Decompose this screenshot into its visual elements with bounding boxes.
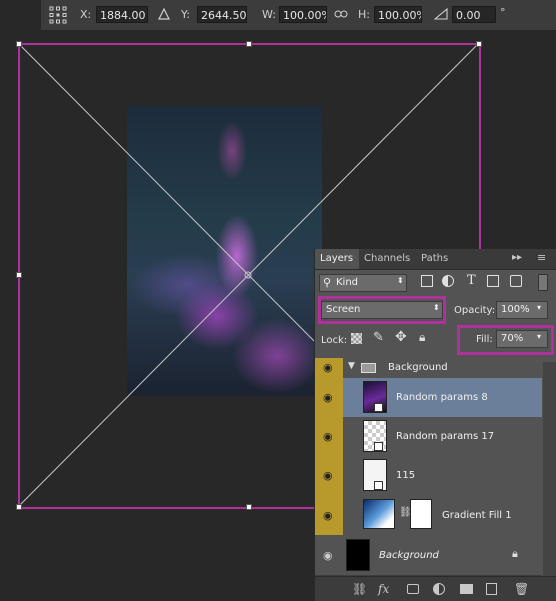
- layer-row-background[interactable]: ◉ Background 🔒︎: [315, 535, 542, 576]
- layer-name: Random params 17: [396, 431, 495, 442]
- eye-icon: ◉: [323, 509, 333, 522]
- filter-pixel-icon[interactable]: [421, 275, 433, 287]
- visibility-toggle[interactable]: ◉: [315, 535, 343, 575]
- visibility-toggle[interactable]: ◉: [315, 495, 343, 535]
- new-layer-icon[interactable]: [486, 583, 497, 595]
- folder-icon: [361, 363, 376, 373]
- transform-handle-bottom-left[interactable]: [16, 504, 22, 510]
- layer-name: 115: [396, 470, 416, 481]
- trash-icon[interactable]: 🗑︎: [514, 582, 529, 596]
- filter-type-icon[interactable]: T: [467, 273, 476, 288]
- eye-icon: ◉: [323, 469, 333, 482]
- layer-name: Random params 8: [396, 392, 488, 403]
- mask-thumbnail[interactable]: [410, 499, 432, 529]
- filter-shape-icon[interactable]: [487, 275, 499, 287]
- chevron-down-icon: ▾: [537, 332, 542, 341]
- layer-name: Background: [379, 550, 439, 561]
- eye-icon: ◉: [323, 361, 333, 374]
- tab-layers[interactable]: Layers: [315, 249, 359, 269]
- opacity-field[interactable]: 100% ▾: [496, 301, 548, 319]
- eye-icon: ◉: [323, 549, 333, 562]
- transform-handle-top-left[interactable]: [16, 41, 22, 47]
- collapse-panel-icon[interactable]: ▸▸: [512, 252, 522, 263]
- gradient-thumbnail: [363, 499, 395, 529]
- opacity-value: 100%: [501, 304, 530, 315]
- tab-channels[interactable]: Channels: [359, 249, 415, 269]
- blend-mode-label: Screen: [326, 304, 361, 315]
- smart-object-badge-icon: [374, 403, 383, 412]
- link-layers-icon[interactable]: ⛓︎: [352, 582, 367, 596]
- layer-name: Background: [388, 362, 448, 373]
- lock-position-icon[interactable]: ✥: [395, 329, 407, 345]
- smart-object-badge-icon: [374, 442, 383, 451]
- visibility-toggle[interactable]: ◉: [315, 378, 343, 417]
- transform-handle-bottom-middle[interactable]: [246, 504, 252, 510]
- layer-name: Gradient Fill 1: [442, 510, 512, 521]
- new-group-folder-icon[interactable]: [460, 584, 473, 594]
- expand-group-icon[interactable]: ▼: [348, 361, 355, 371]
- new-adjustment-layer-icon[interactable]: [433, 583, 445, 595]
- chevron-down-icon: ▾: [537, 303, 542, 312]
- fill-label: Fill:: [476, 334, 493, 345]
- opacity-label: Opacity:: [454, 305, 496, 316]
- layer-row-group-background[interactable]: ◉ ▼ Background: [315, 358, 542, 379]
- filter-toggle-switch[interactable]: [538, 274, 548, 291]
- chevron-updown-icon: ⬍: [433, 303, 440, 312]
- layers-bottom-toolbar: ⛓︎ fx 🗑︎: [315, 576, 556, 601]
- panel-menu-icon[interactable]: ≡: [537, 251, 546, 264]
- tab-paths[interactable]: Paths: [416, 249, 453, 269]
- layer-thumbnail: [346, 539, 370, 571]
- eye-icon: ◉: [323, 430, 333, 443]
- search-icon: ⚲: [323, 276, 332, 289]
- eye-icon: ◉: [323, 391, 333, 404]
- filter-adjustment-icon[interactable]: [442, 275, 454, 287]
- fill-value: 70%: [501, 333, 524, 344]
- layer-row-gradient-fill-1[interactable]: ◉ ⛓︎ Gradient Fill 1: [315, 495, 542, 536]
- transform-handle-top-middle[interactable]: [246, 41, 252, 47]
- lock-transparent-pixels-icon[interactable]: [351, 333, 362, 344]
- layer-style-fx-icon[interactable]: fx: [378, 582, 389, 596]
- layer-row-115[interactable]: ◉ 115: [315, 456, 542, 496]
- layers-scrollbar[interactable]: [543, 362, 556, 576]
- lock-label: Lock:: [321, 335, 348, 346]
- layer-row-random-params-17[interactable]: ◉ Random params 17: [315, 417, 542, 457]
- lock-icon: 🔒︎: [512, 547, 518, 560]
- lock-all-icon[interactable]: 🔒︎: [419, 330, 425, 345]
- visibility-toggle[interactable]: ◉: [315, 358, 343, 378]
- add-mask-icon[interactable]: [407, 584, 419, 594]
- filter-smart-object-icon[interactable]: [510, 275, 522, 287]
- smart-object-badge-icon: [374, 481, 383, 490]
- blend-mode-dropdown[interactable]: Screen ⬍: [321, 301, 443, 319]
- chevron-updown-icon: ⬍: [397, 276, 404, 285]
- transform-handle-middle-left[interactable]: [16, 272, 22, 278]
- transform-handle-top-right[interactable]: [476, 41, 482, 47]
- layers-panel: Layers Channels Paths ▸▸ ≡ ⚲ Kind ⬍ T Sc…: [314, 249, 556, 601]
- filter-kind-dropdown[interactable]: ⚲ Kind ⬍: [319, 274, 407, 292]
- fill-field[interactable]: 70% ▾: [496, 330, 548, 348]
- filter-kind-label: Kind: [336, 277, 359, 288]
- lock-image-pixels-icon[interactable]: ✎: [373, 330, 384, 345]
- panel-tab-bar: Layers Channels Paths ▸▸ ≡: [315, 249, 556, 270]
- visibility-toggle[interactable]: ◉: [315, 456, 343, 495]
- layer-row-random-params-8[interactable]: ◉ Random params 8: [315, 378, 542, 418]
- visibility-toggle[interactable]: ◉: [315, 417, 343, 456]
